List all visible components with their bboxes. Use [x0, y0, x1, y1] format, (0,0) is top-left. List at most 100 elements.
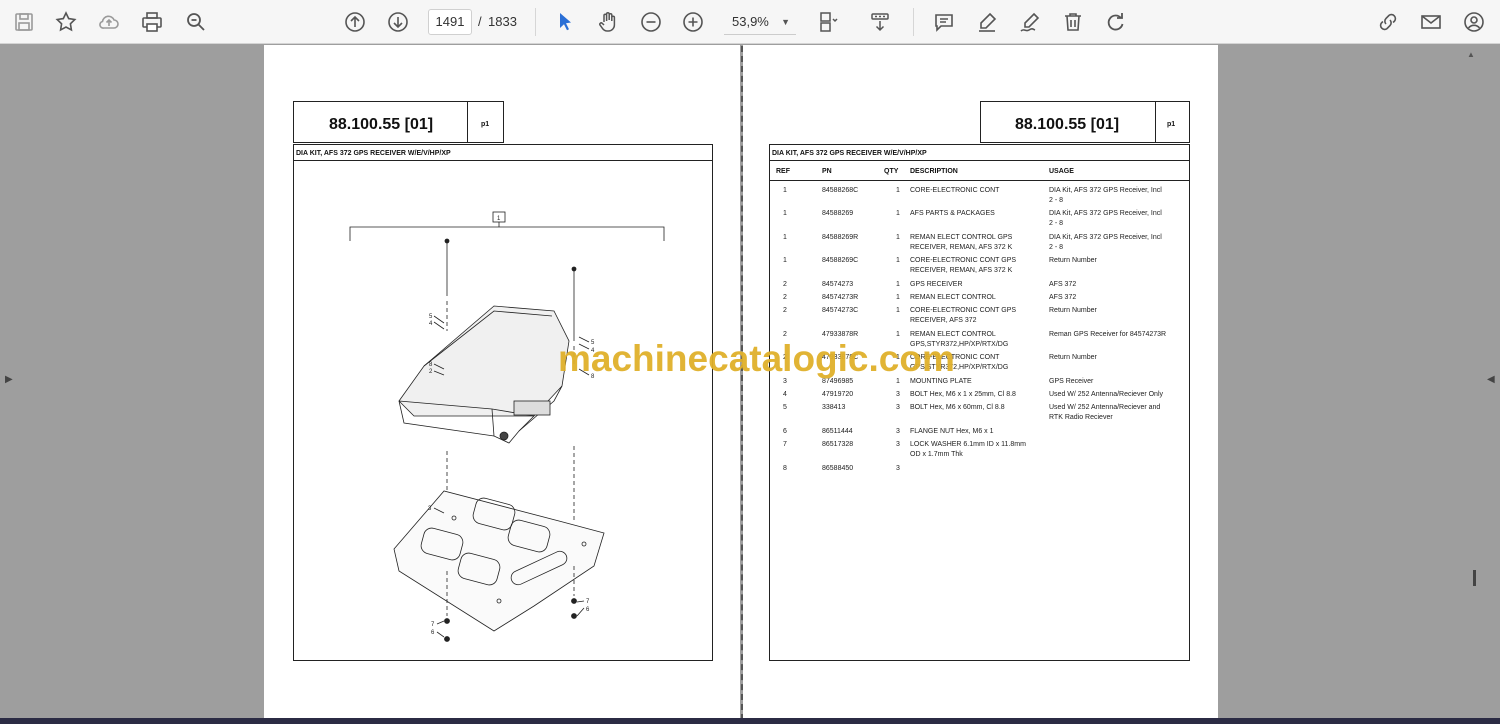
page-total: 1833: [488, 14, 517, 29]
cell-pn: 47919720: [822, 391, 854, 398]
cloud-upload-icon[interactable]: [93, 6, 125, 38]
taskbar-strip: [0, 718, 1500, 724]
callout-label: 6: [586, 607, 590, 613]
scroll-mode-icon[interactable]: [864, 6, 896, 38]
cell-usage: 2 - 8: [1049, 243, 1064, 251]
next-page-icon[interactable]: [382, 6, 414, 38]
callout-label: 6: [431, 630, 435, 636]
cell-usage: DIA Kit, AFS 372 GPS Receiver, Incl: [1049, 187, 1162, 194]
cell-pn: 86511444: [822, 427, 853, 435]
gps-receiver-exploded-diagram: 1 5 4 8 2 5 4 8 3 7 6 7 6: [349, 211, 665, 642]
cell-usage: Return Number: [1049, 307, 1097, 315]
cell-usage: DIA Kit, AFS 372 GPS Receiver, Incl: [1049, 210, 1162, 218]
cell-pn: 84588269R: [822, 233, 859, 241]
scrollbar-thumb[interactable]: [1473, 570, 1476, 586]
cell-description: OD x 1.7mm Thk: [910, 451, 963, 459]
cell-ref: 7: [783, 441, 787, 449]
cell-qty: 3: [896, 441, 900, 449]
cell-usage: DIA Kit, AFS 372 GPS Receiver, Incl: [1049, 233, 1162, 241]
cell-description: CORE-ELECTRONIC CONT GPS: [910, 257, 1017, 265]
bookmark-star-icon[interactable]: [50, 6, 82, 38]
cell-qty: 1: [896, 257, 900, 265]
cell-ref: 5: [783, 404, 787, 412]
cell-qty: 3: [896, 427, 900, 435]
cell-ref: 2: [783, 294, 787, 301]
cell-description: REMAN ELECT CONTROL GPS: [910, 233, 1013, 241]
cell-qty: 1: [896, 187, 900, 194]
cell-qty: 1: [896, 210, 900, 218]
toolbar-divider: [913, 8, 914, 36]
select-cursor-icon[interactable]: [549, 6, 581, 38]
cell-qty: 3: [896, 391, 900, 398]
cell-qty: 1: [896, 280, 900, 288]
column-header-description: DESCRIPTION: [910, 168, 958, 175]
cell-usage: Used W/ 252 Antenna/Reciever Only: [1049, 391, 1164, 398]
comment-icon[interactable]: [928, 6, 960, 38]
column-header-pn: PN: [822, 168, 832, 175]
cell-usage: Return Number: [1049, 257, 1097, 265]
cell-description: REMAN ELECT CONTROL: [910, 294, 996, 301]
right-page: 88.100.55 [01] p1 DIA KIT, AFS 372 GPS R…: [743, 45, 1218, 720]
previous-page-icon[interactable]: [339, 6, 371, 38]
cell-description: FLANGE NUT Hex, M6 x 1: [910, 427, 994, 435]
cell-pn: 84588269C: [822, 257, 859, 265]
scroll-up-icon[interactable]: ▲: [1467, 50, 1475, 59]
cell-ref: 2: [783, 280, 787, 288]
zoom-in-icon[interactable]: [677, 6, 709, 38]
cell-pn: 338413: [822, 404, 846, 412]
delete-trash-icon[interactable]: [1057, 6, 1089, 38]
left-page: 88.100.55 [01] p1 DIA KIT, AFS 372 GPS R…: [264, 45, 740, 720]
cell-ref: 1: [783, 210, 787, 218]
column-header-qty: QTY: [884, 168, 899, 175]
collapse-left-panel-icon[interactable]: ▶: [5, 374, 13, 385]
cell-description: RECEIVER, REMAN, AFS 372 K: [910, 267, 1013, 275]
chevron-down-icon: ▼: [781, 17, 790, 27]
cell-description: LOCK WASHER 6.1mm ID x 11.8mm: [910, 441, 1026, 449]
page-display-icon[interactable]: [812, 6, 844, 38]
cell-usage: 2 - 8: [1049, 197, 1064, 204]
page-number-input[interactable]: 1491: [428, 9, 472, 35]
callout-label: 7: [431, 622, 435, 628]
collapse-right-panel-icon[interactable]: ◀: [1487, 374, 1495, 385]
save-icon[interactable]: [8, 6, 40, 38]
callout-label: 4: [429, 321, 433, 327]
cell-ref: 1: [783, 187, 787, 194]
cell-qty: 1: [896, 294, 900, 301]
cell-description: BOLT Hex, M6 x 60mm, Cl 8.8: [910, 404, 1005, 412]
callout-label: 5: [429, 314, 433, 320]
left-page-title: DIA KIT, AFS 372 GPS RECEIVER W/E/V/HP/X…: [296, 150, 451, 157]
highlight-pen-icon[interactable]: [971, 6, 1003, 38]
cell-description: CORE-ELECTRONIC CONT GPS: [910, 307, 1017, 315]
share-link-icon[interactable]: [1372, 6, 1404, 38]
table-header-rule: [769, 180, 1190, 181]
cell-usage: GPS Receiver: [1049, 377, 1094, 385]
page-separator: /: [478, 14, 482, 29]
sign-icon[interactable]: [1014, 6, 1046, 38]
hand-tool-icon[interactable]: [592, 6, 624, 38]
zoom-level-dropdown[interactable]: 53,9% ▼: [724, 9, 796, 35]
column-header-usage: USAGE: [1049, 168, 1074, 175]
zoom-level-value: 53,9%: [732, 14, 769, 29]
cell-ref: 6: [783, 427, 787, 435]
cell-description: CORE-ELECTRONIC CONT: [910, 187, 1000, 194]
toolbar-divider: [535, 8, 536, 36]
cell-pn: 86517328: [822, 441, 854, 449]
cell-pn: 84588269: [822, 210, 854, 218]
cell-ref: 8: [783, 464, 787, 472]
account-icon[interactable]: [1458, 6, 1490, 38]
cell-qty: 3: [896, 464, 900, 472]
print-icon[interactable]: [136, 6, 168, 38]
column-header-ref: REF: [776, 168, 790, 175]
zoom-out-icon[interactable]: [635, 6, 667, 38]
redo-icon[interactable]: [1099, 6, 1131, 38]
cell-ref: 4: [783, 391, 787, 398]
right-page-p-label: p1: [1167, 121, 1176, 128]
cell-pn: 84588268C: [822, 187, 859, 194]
right-page-code: 88.100.55 [01]: [1015, 116, 1120, 133]
watermark-text: machinecatalogic.com: [558, 338, 955, 379]
callout-label: 7: [586, 599, 590, 605]
zoom-search-icon[interactable]: [180, 6, 212, 38]
email-icon[interactable]: [1415, 6, 1447, 38]
cell-usage: 2 - 8: [1049, 220, 1064, 228]
cell-usage: Used W/ 252 Antenna/Reciever and: [1049, 404, 1161, 412]
